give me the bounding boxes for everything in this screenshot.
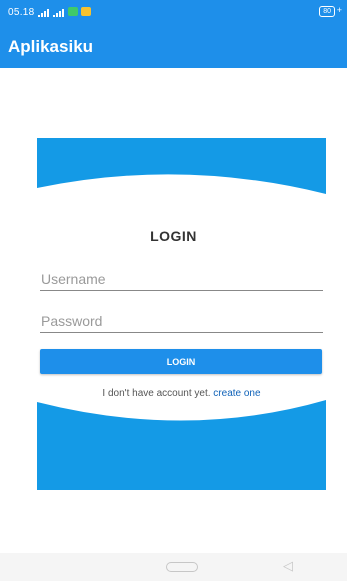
bottom-wave-decoration (37, 400, 326, 490)
navigation-bar: ◁ (0, 553, 347, 581)
charging-icon: + (336, 5, 342, 15)
notification-app-icon (81, 7, 91, 16)
app-bar: Aplikasiku (0, 24, 347, 68)
signal-icon (53, 9, 64, 17)
signup-line: I don't have account yet. create one (0, 388, 347, 399)
password-input[interactable] (40, 313, 323, 333)
battery-icon: 80 (319, 6, 335, 17)
home-button-icon[interactable] (166, 562, 198, 572)
status-time: 05.18 (8, 7, 35, 18)
signal-icon (38, 9, 49, 17)
top-wave-decoration (37, 138, 326, 194)
notification-app-icon (68, 7, 78, 16)
back-button-icon[interactable]: ◁ (283, 558, 293, 574)
username-input[interactable] (40, 271, 323, 291)
signup-prompt: I don't have account yet. (102, 388, 211, 399)
status-bar: 05.18 80 + (0, 0, 347, 24)
create-account-link[interactable]: create one (213, 388, 260, 399)
login-button[interactable]: LOGIN (40, 349, 322, 374)
login-heading: LOGIN (150, 228, 197, 244)
app-title: Aplikasiku (8, 37, 94, 56)
